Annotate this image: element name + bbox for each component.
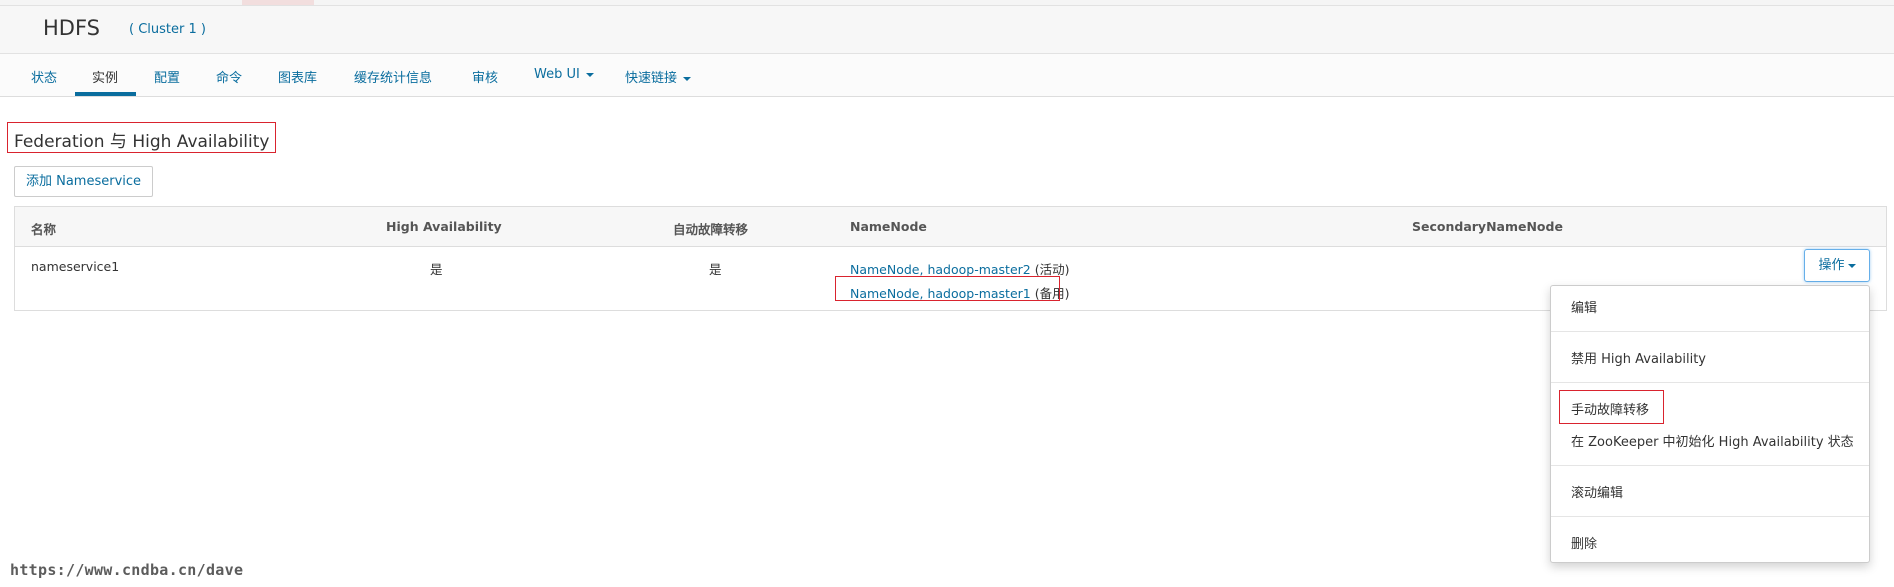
tab-web-ui-label: Web UI: [534, 67, 580, 82]
page-title: HDFS: [43, 16, 101, 40]
top-strip-selected: [242, 0, 314, 5]
highlight-box: [835, 276, 1060, 301]
tab-instances[interactable]: 实例: [92, 67, 118, 86]
tab-web-ui[interactable]: Web UI: [534, 67, 594, 82]
namenode-master2-link[interactable]: NameNode, hadoop-master2: [850, 262, 1031, 277]
add-nameservice-button[interactable]: 添加 Nameservice: [14, 166, 153, 197]
chevron-down-icon: [585, 72, 594, 77]
tab-quick-links[interactable]: 快速链接: [625, 67, 692, 86]
chevron-down-icon: [683, 76, 692, 81]
highlight-box: [1559, 390, 1664, 424]
tab-cache-statistics[interactable]: 缓存统计信息: [354, 67, 432, 86]
cluster-link[interactable]: ( Cluster 1 ): [129, 22, 206, 37]
nameservice-name: nameservice1: [31, 259, 120, 274]
tab-commands[interactable]: 命令: [216, 67, 242, 86]
watermark-url: https://www.cndba.cn/dave: [10, 561, 244, 579]
column-header-name[interactable]: 名称: [31, 219, 56, 238]
menu-item-roll-edits[interactable]: 滚动编辑: [1571, 482, 1623, 501]
actions-dropdown-menu: 编辑 禁用 High Availability 手动故障转移 在 ZooKeep…: [1550, 285, 1870, 563]
column-header-high-availability[interactable]: High Availability: [386, 219, 502, 234]
ha-value: 是: [430, 262, 443, 277]
menu-item-init-ha-in-zookeeper[interactable]: 在 ZooKeeper 中初始化 High Availability 状态: [1571, 431, 1854, 450]
auto-failover-value: 是: [709, 262, 722, 277]
menu-divider: [1551, 382, 1869, 383]
page-header: HDFS ( Cluster 1 ): [0, 6, 1894, 54]
namenode-active-state: (活动): [1034, 262, 1070, 277]
table-header: 名称 High Availability 自动故障转移 NameNode Sec…: [15, 207, 1886, 247]
tab-charts-library[interactable]: 图表库: [278, 67, 317, 86]
actions-button-label: 操作: [1818, 258, 1845, 273]
column-header-namenode[interactable]: NameNode: [850, 219, 927, 234]
tab-bar: 状态 实例 配置 命令 图表库 缓存统计信息 审核 Web UI 快速链接: [0, 54, 1894, 97]
tab-audits[interactable]: 审核: [472, 67, 498, 86]
section-title: Federation 与 High Availability: [7, 122, 277, 153]
column-header-auto-failover[interactable]: 自动故障转移: [673, 219, 748, 238]
menu-item-delete[interactable]: 删除: [1571, 533, 1597, 552]
tab-quick-links-label: 快速链接: [625, 71, 678, 86]
tab-status[interactable]: 状态: [31, 67, 57, 86]
column-header-secondary-namenode[interactable]: SecondaryNameNode: [1412, 219, 1563, 234]
tab-configuration[interactable]: 配置: [154, 67, 180, 86]
actions-button[interactable]: 操作: [1804, 249, 1870, 282]
chevron-down-icon: [1847, 263, 1856, 268]
menu-divider: [1551, 516, 1869, 517]
menu-divider: [1551, 331, 1869, 332]
menu-divider: [1551, 465, 1869, 466]
active-tab-indicator: [75, 92, 136, 96]
menu-item-edit[interactable]: 编辑: [1571, 297, 1597, 316]
menu-item-disable-ha[interactable]: 禁用 High Availability: [1571, 348, 1706, 367]
